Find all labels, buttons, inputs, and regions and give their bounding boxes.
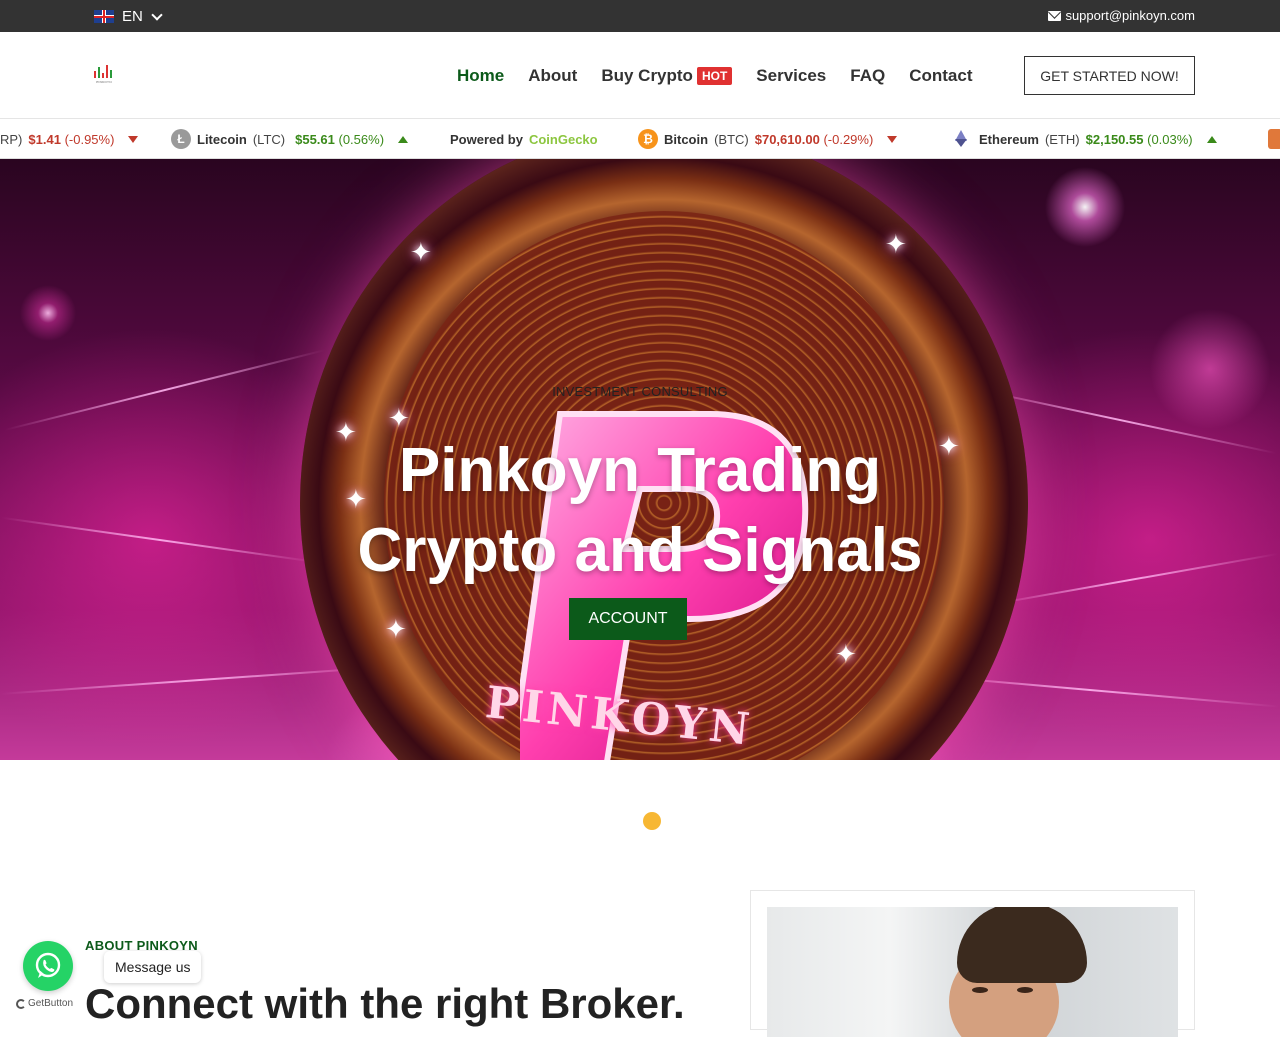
- envelope-icon: [1048, 10, 1062, 21]
- chevron-down-icon: [151, 8, 163, 21]
- get-started-button[interactable]: GET STARTED NOW!: [1024, 56, 1195, 95]
- about-photo-card: [750, 890, 1195, 1037]
- ticker-item-xrp[interactable]: RP) $1.41 (-0.95%): [0, 119, 139, 158]
- support-email-link[interactable]: support@pinkoyn.com: [1048, 8, 1195, 23]
- ticker-item-next: [1268, 119, 1280, 158]
- arrow-down-icon: [887, 135, 898, 143]
- ticker-item-litecoin[interactable]: Ł Litecoin (LTC) $55.61 (0.56%): [171, 119, 409, 158]
- whatsapp-button[interactable]: [23, 941, 73, 991]
- hero-banner: ✦ ✦ ✦ ✦ ✦ ✦ ✦ ✦ PINKOYN INVESTMENT CONSU…: [0, 159, 1280, 760]
- litecoin-icon: Ł: [171, 129, 191, 149]
- ethereum-icon: [955, 130, 967, 148]
- site-logo[interactable]: PINKOYN: [92, 64, 116, 84]
- getbutton-attribution[interactable]: GetButton: [16, 998, 73, 1009]
- ticker-item-bitcoin[interactable]: ₿ Bitcoin (BTC) $70,610.00 (-0.29%): [638, 119, 898, 158]
- slider-dot[interactable]: [643, 812, 661, 830]
- top-bar: EN support@pinkoyn.com: [0, 0, 1280, 32]
- nav-contact[interactable]: Contact: [909, 66, 972, 86]
- site-header: PINKOYN Home About Buy Crypto HOT Service…: [0, 32, 1280, 119]
- whatsapp-message-bubble[interactable]: Message us: [104, 951, 202, 983]
- nav-home[interactable]: Home: [457, 66, 504, 86]
- crypto-price-ticker: RP) $1.41 (-0.95%) Ł Litecoin (LTC) $55.…: [0, 119, 1280, 159]
- nav-services[interactable]: Services: [756, 66, 826, 86]
- logo-text: PINKOYN: [96, 80, 112, 84]
- arrow-up-icon: [1206, 135, 1217, 143]
- nav-about[interactable]: About: [528, 66, 577, 86]
- arrow-up-icon: [398, 135, 409, 143]
- language-label: EN: [122, 8, 143, 25]
- hero-title: Pinkoyn Trading Crypto and Signals: [357, 436, 923, 585]
- arrow-down-icon: [128, 135, 139, 143]
- language-selector[interactable]: EN: [94, 8, 163, 25]
- getbutton-icon: [16, 998, 26, 1009]
- broker-portrait-image: [767, 907, 1178, 1037]
- support-email: support@pinkoyn.com: [1065, 8, 1195, 23]
- whatsapp-icon: [35, 952, 61, 978]
- uk-flag-icon: [94, 10, 114, 23]
- hero-subtitle: INVESTMENT CONSULTING: [552, 384, 728, 399]
- account-button[interactable]: ACCOUNT: [569, 598, 687, 640]
- main-nav: Home About Buy Crypto HOT Services FAQ Co…: [457, 66, 972, 86]
- ticker-item-ethereum[interactable]: Ethereum (ETH) $2,150.55 (0.03%): [955, 119, 1217, 158]
- hot-badge: HOT: [696, 67, 733, 85]
- nav-buy-crypto[interactable]: Buy Crypto HOT: [601, 66, 733, 86]
- about-section-title: Connect with the right Broker.: [85, 980, 685, 1027]
- nav-faq[interactable]: FAQ: [850, 66, 885, 86]
- coingecko-attribution[interactable]: Powered by CoinGecko: [450, 119, 598, 158]
- bitcoin-icon: ₿: [638, 129, 658, 149]
